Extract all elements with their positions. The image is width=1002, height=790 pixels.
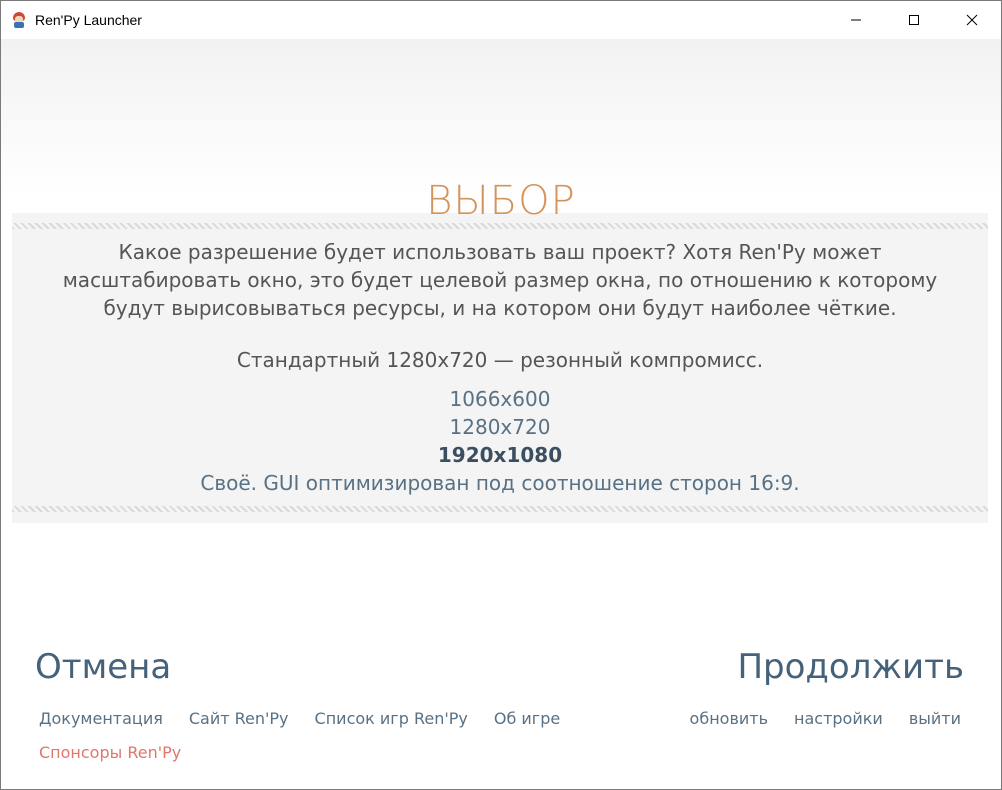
link-preferences[interactable]: настройки: [794, 707, 883, 731]
launcher-window: Ren'Py Launcher ВЫБОР Какое разрешение б…: [0, 0, 1002, 790]
choice-custom[interactable]: Своё. GUI оптимизирован под соотношение …: [12, 469, 988, 497]
continue-button[interactable]: Продолжить: [737, 645, 964, 689]
link-sponsors[interactable]: Спонсоры Ren'Py: [39, 741, 181, 765]
link-documentation[interactable]: Документация: [39, 707, 163, 731]
choice-1920x1080[interactable]: 1920x1080: [12, 441, 988, 469]
footer-links-right: обновить настройки выйти: [664, 707, 961, 731]
description-line: Какое разрешение будет использовать ваш …: [118, 240, 882, 264]
launcher-content: ВЫБОР Какое разрешение будет использоват…: [1, 39, 1001, 789]
resolution-choices: 1066x600 1280x720 1920x1080 Своё. GUI оп…: [12, 385, 988, 497]
link-about[interactable]: Об игре: [494, 707, 560, 731]
resolution-description: Какое разрешение будет использовать ваш …: [12, 238, 988, 322]
title-bar[interactable]: Ren'Py Launcher: [1, 1, 1001, 39]
description-line: будут вырисовываться ресурсы, и на котор…: [103, 296, 897, 320]
link-quit[interactable]: выйти: [909, 707, 961, 731]
minimize-icon: [851, 19, 861, 21]
resolution-hint: Стандартный 1280x720 — резонный компроми…: [236, 348, 764, 372]
close-button[interactable]: [943, 1, 1001, 39]
maximize-icon: [909, 15, 919, 25]
maximize-button[interactable]: [885, 1, 943, 39]
resolution-panel: Какое разрешение будет использовать ваш …: [12, 213, 988, 523]
page-title: ВЫБОР: [426, 178, 576, 224]
link-update[interactable]: обновить: [690, 707, 768, 731]
description-line: масштабировать окно, это будет целевой р…: [62, 268, 938, 292]
choice-1280x720[interactable]: 1280x720: [12, 413, 988, 441]
link-renpy-games-list[interactable]: Список игр Ren'Py: [315, 707, 468, 731]
footer-links-left: Документация Сайт Ren'Py Список игр Ren'…: [39, 707, 586, 731]
cancel-button[interactable]: Отмена: [35, 645, 171, 689]
choice-1066x600[interactable]: 1066x600: [12, 385, 988, 413]
window-controls: [827, 1, 1001, 39]
renpy-app-icon: [11, 12, 27, 28]
minimize-button[interactable]: [827, 1, 885, 39]
window-title: Ren'Py Launcher: [35, 12, 142, 28]
link-renpy-site[interactable]: Сайт Ren'Py: [189, 707, 289, 731]
close-icon: [966, 14, 978, 26]
panel-divider-bottom: [12, 506, 988, 512]
